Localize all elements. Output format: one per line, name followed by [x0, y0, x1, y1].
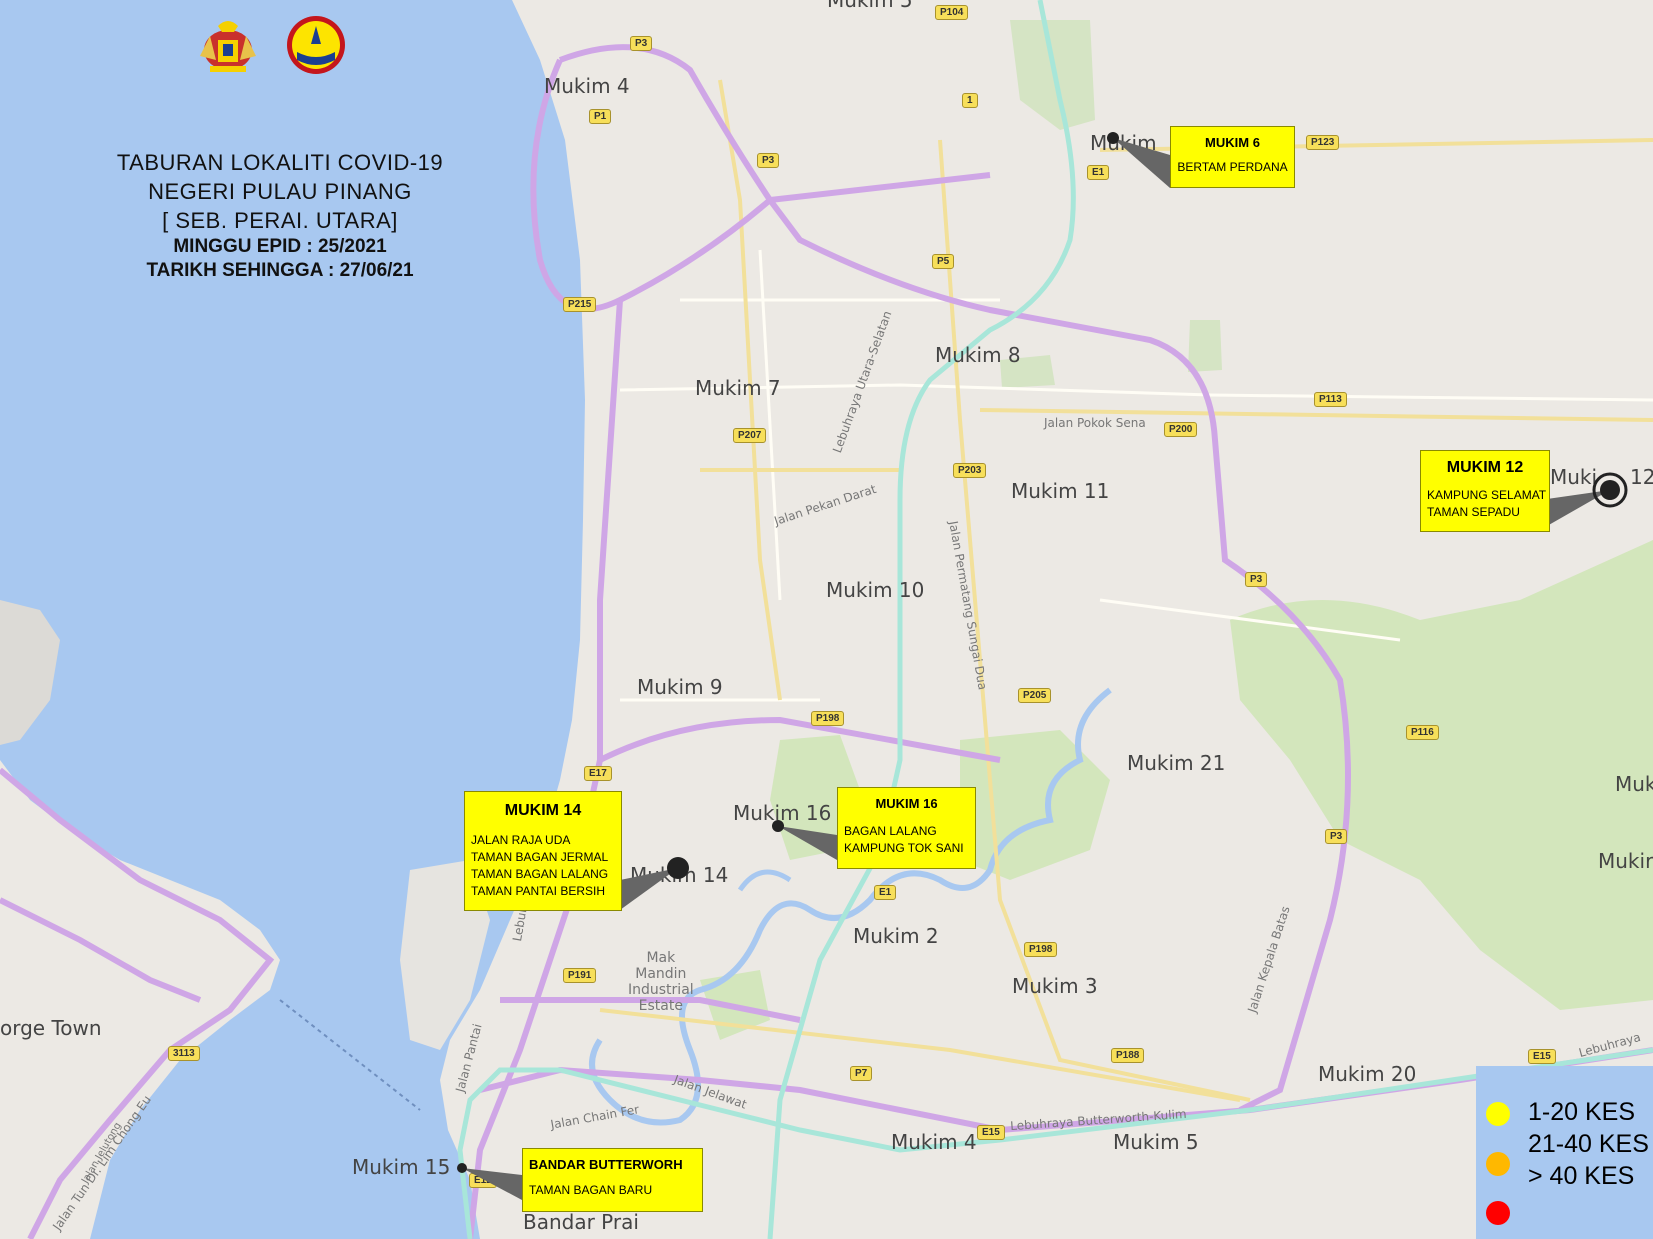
- title-line-1: TABURAN LOKALITI COVID-19: [116, 150, 444, 175]
- area-label-mukim-16: Mukim 16: [733, 801, 832, 825]
- legend-label: > 40 KES: [1528, 1162, 1635, 1190]
- legend-dot-yellow: [1486, 1102, 1510, 1126]
- route-shield: P205: [1018, 688, 1052, 703]
- callout-line: KAMPUNG SELAMAT: [1427, 488, 1547, 502]
- callout-line: BERTAM PERDANA: [1177, 160, 1288, 174]
- area-label-mukim-14: Mukim 14: [630, 863, 729, 887]
- callout-line: TAMAN SEPADU: [1427, 505, 1520, 519]
- street-jalan-pokok-sena: Jalan Pokok Sena: [1044, 416, 1146, 430]
- route-shield: E17: [584, 766, 612, 781]
- route-shield: P198: [1024, 942, 1058, 957]
- area-label-mukim-east-2: Mukir: [1598, 849, 1653, 873]
- callout-mukim-14[interactable]: MUKIM 14 JALAN RAJA UDA TAMAN BAGAN JERM…: [464, 791, 622, 911]
- route-shield: P3: [630, 36, 653, 51]
- legend: 1-20 KES 21-40 KES > 40 KES: [1476, 1066, 1653, 1239]
- state-crest-icon: [190, 16, 266, 76]
- route-shield: E1: [1087, 165, 1110, 180]
- route-shield: E15: [1528, 1049, 1556, 1064]
- callout-title: MUKIM 6: [1205, 135, 1260, 150]
- route-shield: P215: [563, 297, 597, 312]
- title-logos: [60, 16, 500, 144]
- area-label-bandar-prai: Bandar Prai: [523, 1210, 639, 1234]
- area-label-mukim-4: Mukim 4: [544, 74, 630, 98]
- route-shield: P207: [733, 428, 767, 443]
- route-shield: P3: [1325, 829, 1348, 844]
- route-shield: P123: [1306, 135, 1340, 150]
- legend-dot-orange: [1486, 1152, 1510, 1176]
- route-shield: P1: [589, 109, 612, 124]
- area-label-mukim-5: Mukim 5: [1113, 1130, 1199, 1154]
- area-label-mukim-9: Mukim 9: [637, 675, 723, 699]
- callout-line: TAMAN BAGAN LALANG: [471, 867, 609, 881]
- legend-dot-red: [1486, 1201, 1510, 1225]
- route-shield: P198: [811, 711, 845, 726]
- callout-line: TAMAN BAGAN JERMAL: [471, 850, 609, 864]
- route-shield: P3: [1245, 572, 1268, 587]
- legend-label: 1-20 KES: [1528, 1098, 1636, 1126]
- route-shield: P203: [953, 463, 987, 478]
- area-label-mukim-11: Mukim 11: [1011, 479, 1110, 503]
- callout-mukim-16[interactable]: MUKIM 16 BAGAN LALANG KAMPUNG TOK SANI: [837, 787, 976, 869]
- title-line-2: NEGERI PULAU PINANG: [148, 179, 412, 204]
- route-shield: P191: [563, 968, 597, 983]
- date-until: TARIKH SEHINGGA : 27/06/21: [146, 260, 414, 281]
- route-shield: E12: [469, 1173, 497, 1188]
- area-label-mukim-7: Mukim 7: [695, 376, 781, 400]
- area-label-mukim-20: Mukim 20: [1318, 1062, 1417, 1086]
- callout-line: TAMAN BAGAN BARU: [529, 1183, 653, 1197]
- title-line-3: [ SEB. PERAI. UTARA]: [162, 208, 398, 233]
- area-label-mukim-4-south: Mukim 4: [891, 1130, 977, 1154]
- callout-line: KAMPUNG TOK SANI: [844, 841, 964, 855]
- area-label-mukim-10: Mukim 10: [826, 578, 925, 602]
- route-shield: P104: [935, 5, 969, 20]
- area-label-mak-mandin: Mak Mandin Industrial Estate: [628, 950, 694, 1014]
- route-shield: P5: [932, 254, 955, 269]
- route-shield: 3113: [168, 1046, 200, 1061]
- callout-line: JALAN RAJA UDA: [471, 833, 571, 847]
- area-label-george-town: orge Town: [0, 1016, 102, 1040]
- callout-title: MUKIM 14: [504, 802, 582, 819]
- route-shield: E1: [874, 885, 897, 900]
- route-shield: P113: [1314, 392, 1347, 407]
- health-logo-icon: [285, 14, 347, 76]
- area-label-mukim-21: Mukim 21: [1127, 751, 1226, 775]
- area-label-mukim-east-1: Muk: [1615, 772, 1653, 796]
- area-label-mukim-12-number: 12: [1630, 465, 1653, 489]
- route-shield: P3: [757, 153, 780, 168]
- area-label-mukim-8: Mukim 8: [935, 343, 1021, 367]
- map-title: TABURAN LOKALITI COVID-19 NEGERI PULAU P…: [60, 16, 500, 283]
- area-label-mukim-12: Muki: [1550, 465, 1598, 489]
- callout-mukim-6[interactable]: MUKIM 6 BERTAM PERDANA: [1170, 126, 1295, 188]
- route-shield: P200: [1164, 422, 1198, 437]
- callout-bandar-butterworth[interactable]: BANDAR BUTTERWORH TAMAN BAGAN BARU: [522, 1148, 703, 1212]
- route-shield: P116: [1406, 725, 1439, 740]
- legend-label: 21-40 KES: [1528, 1130, 1649, 1158]
- route-shield: P7: [850, 1066, 873, 1081]
- route-shield: E15: [977, 1125, 1005, 1140]
- callout-mukim-12[interactable]: MUKIM 12 KAMPUNG SELAMAT TAMAN SEPADU: [1420, 450, 1550, 532]
- area-label-mukim-2: Mukim 2: [853, 924, 939, 948]
- route-shield: 1: [962, 93, 978, 108]
- epid-week: MINGGU EPID : 25/2021: [173, 236, 387, 257]
- callout-title: MUKIM 12: [1446, 459, 1524, 476]
- area-label-mukim-15: Mukim 15: [352, 1155, 451, 1179]
- area-label-mukim-5-top: Mukim 5: [827, 0, 913, 12]
- area-label-mukim-3: Mukim 3: [1012, 974, 1098, 998]
- callout-title: BANDAR BUTTERWORH: [529, 1157, 683, 1172]
- callout-line: TAMAN PANTAI BERSIH: [471, 884, 606, 898]
- route-shield: P188: [1111, 1048, 1145, 1063]
- callout-title: MUKIM 16: [875, 796, 938, 811]
- area-label-mukim-6: Mukim: [1090, 131, 1157, 155]
- callout-line: BAGAN LALANG: [844, 824, 937, 838]
